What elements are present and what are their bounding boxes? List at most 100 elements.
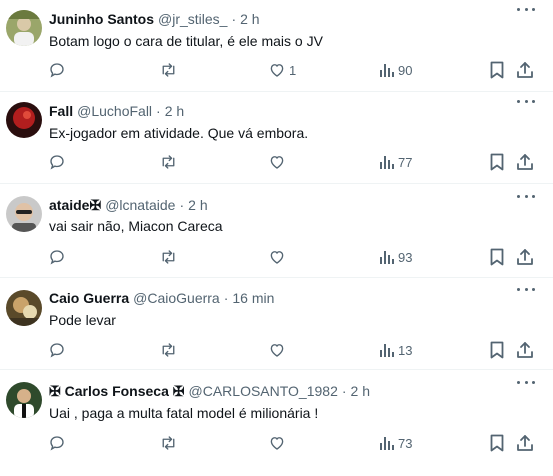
like-button[interactable]	[268, 152, 289, 172]
post-text: Ex-jogador em atividade. Que vá embora.	[49, 125, 309, 141]
repost-button[interactable]	[159, 247, 178, 267]
author-handle[interactable]: @LuchoFall	[77, 101, 152, 121]
more-icon[interactable]	[517, 193, 535, 199]
author-handle[interactable]: @CARLOSANTO_1982	[189, 381, 338, 401]
views-icon	[380, 64, 394, 77]
share-icon	[517, 342, 533, 358]
post-text: Uai , paga a multa fatal model é milioná…	[49, 405, 319, 421]
post-text: Botam logo o cara de titular, é ele mais…	[49, 33, 323, 49]
views-icon	[380, 344, 394, 357]
view-count: 13	[398, 342, 413, 358]
reply-feed: Juninho Santos @jr_stiles_ · 2 h Botam l…	[0, 0, 553, 476]
reply-button[interactable]	[48, 60, 66, 80]
share-button[interactable]	[516, 433, 534, 453]
separator-dot: ·	[179, 197, 185, 213]
post-header: Caio Guerra @CaioGuerra · 16 min	[49, 288, 274, 308]
views-icon	[380, 156, 394, 169]
repost-icon	[162, 343, 175, 357]
view-count: 77	[398, 154, 413, 170]
bookmark-button[interactable]	[489, 433, 505, 453]
share-button[interactable]	[516, 60, 534, 80]
post-text: Pode levar	[49, 312, 116, 328]
avatar[interactable]	[6, 382, 42, 418]
repost-icon	[162, 63, 175, 77]
bookmark-icon	[490, 341, 504, 359]
bookmark-icon	[490, 434, 504, 452]
author-name[interactable]: Caio Guerra	[49, 288, 129, 308]
author-name[interactable]: Fall	[49, 101, 73, 121]
bookmark-button[interactable]	[489, 152, 505, 172]
view-count: 93	[398, 249, 413, 265]
share-icon	[517, 154, 533, 170]
post-time[interactable]: 2 h	[165, 101, 184, 121]
reply-post[interactable]: ataide✠ @lcnataide · 2 h vai sair não, M…	[0, 184, 553, 278]
reply-button[interactable]	[48, 247, 66, 267]
bookmark-icon	[490, 248, 504, 266]
repost-button[interactable]	[159, 340, 178, 360]
repost-button[interactable]	[159, 60, 178, 80]
avatar[interactable]	[6, 102, 42, 138]
more-icon[interactable]	[517, 379, 535, 385]
post-time[interactable]: 2 h	[351, 381, 370, 401]
heart-icon	[270, 156, 284, 169]
more-icon[interactable]	[517, 286, 535, 292]
reply-icon	[50, 63, 64, 78]
post-header: Juninho Santos @jr_stiles_ · 2 h	[49, 9, 260, 29]
share-icon	[517, 62, 533, 78]
views-button[interactable]: 90	[379, 60, 412, 80]
like-button[interactable]	[268, 340, 289, 360]
more-icon[interactable]	[517, 6, 535, 12]
repost-icon	[162, 436, 175, 450]
separator-dot: ·	[156, 103, 161, 119]
views-icon	[380, 437, 394, 450]
views-icon	[380, 251, 394, 264]
more-icon[interactable]	[517, 98, 535, 104]
share-icon	[517, 249, 533, 265]
action-bar: 93	[0, 247, 553, 267]
post-time[interactable]: 2 h	[188, 195, 207, 215]
avatar[interactable]	[6, 10, 42, 46]
reply-post[interactable]: Juninho Santos @jr_stiles_ · 2 h Botam l…	[0, 0, 553, 92]
reply-button[interactable]	[48, 152, 66, 172]
avatar[interactable]	[6, 290, 42, 326]
views-button[interactable]: 73	[379, 433, 412, 453]
like-button[interactable]	[268, 433, 289, 453]
action-bar: 73	[0, 433, 553, 453]
separator-dot: ·	[223, 290, 229, 306]
reply-post[interactable]: Caio Guerra @CaioGuerra · 16 min Pode le…	[0, 278, 553, 370]
like-button[interactable]	[268, 247, 289, 267]
bookmark-button[interactable]	[489, 340, 505, 360]
avatar[interactable]	[6, 196, 42, 232]
views-button[interactable]: 93	[379, 247, 412, 267]
heart-icon	[270, 251, 284, 264]
bookmark-button[interactable]	[489, 60, 505, 80]
like-count: 1	[289, 62, 297, 78]
author-handle[interactable]: @jr_stiles_	[158, 9, 227, 29]
bookmark-button[interactable]	[489, 247, 505, 267]
post-time[interactable]: 16 min	[232, 288, 274, 308]
author-handle[interactable]: @CaioGuerra	[133, 288, 220, 308]
author-handle[interactable]: @lcnataide	[105, 195, 175, 215]
post-time[interactable]: 2 h	[240, 9, 259, 29]
repost-button[interactable]	[159, 433, 178, 453]
author-name[interactable]: Juninho Santos	[49, 9, 154, 29]
views-button[interactable]: 77	[379, 152, 412, 172]
view-count: 73	[398, 435, 413, 451]
author-name[interactable]: ✠ Carlos Fonseca ✠	[49, 381, 185, 401]
reply-button[interactable]	[48, 340, 66, 360]
share-button[interactable]	[516, 247, 534, 267]
share-button[interactable]	[516, 340, 534, 360]
reply-icon	[50, 250, 64, 265]
repost-icon	[162, 155, 175, 169]
reply-post[interactable]: ✠ Carlos Fonseca ✠ @CARLOSANTO_1982 · 2 …	[0, 370, 553, 476]
view-count: 90	[398, 62, 413, 78]
like-button[interactable]: 1	[268, 60, 296, 80]
repost-button[interactable]	[159, 152, 178, 172]
reply-button[interactable]	[48, 433, 66, 453]
views-button[interactable]: 13	[379, 340, 412, 360]
author-name[interactable]: ataide✠	[49, 195, 101, 215]
action-bar: 1 90	[0, 60, 553, 80]
share-button[interactable]	[516, 152, 534, 172]
heart-icon	[270, 437, 284, 450]
reply-post[interactable]: Fall @LuchoFall · 2 h Ex-jogador em ativ…	[0, 92, 553, 184]
